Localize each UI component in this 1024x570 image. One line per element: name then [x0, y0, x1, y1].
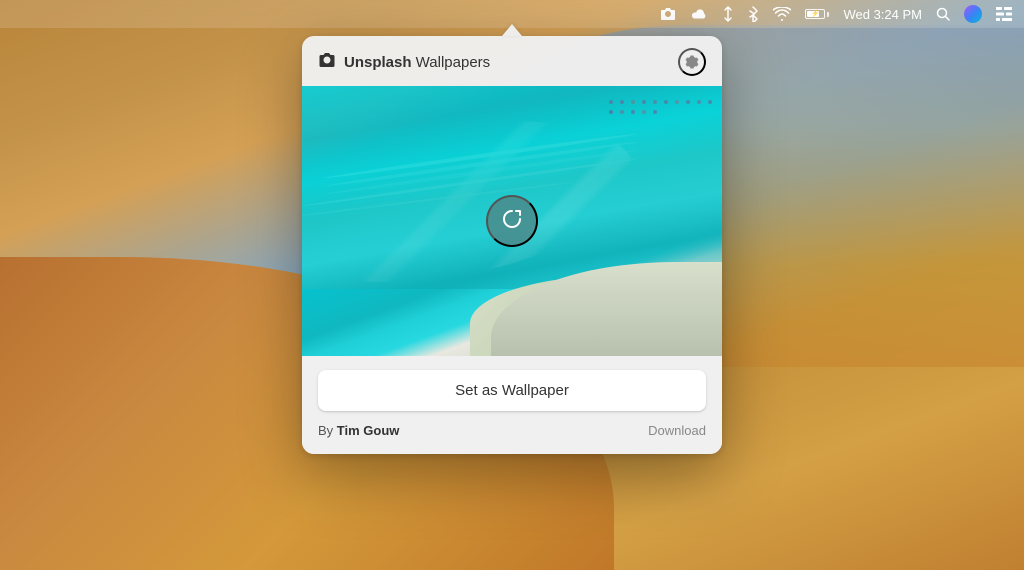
photo-credit: By Tim Gouw [318, 423, 399, 438]
settings-button[interactable] [678, 48, 706, 76]
popup-title-bold: Unsplash [344, 54, 412, 71]
download-button[interactable]: Download [648, 423, 706, 438]
popup-bottom: Set as Wallpaper By Tim Gouw Download [302, 356, 722, 454]
cloud-menu-icon [690, 8, 708, 21]
credit-by: By [318, 423, 337, 438]
popup-footer: By Tim Gouw Download [318, 423, 706, 438]
reload-button[interactable] [486, 195, 538, 247]
menu-bar-status-icons: ⚡ Wed 3:24 PM [660, 5, 1012, 23]
unsplash-popup: Unsplash Wallpapers [302, 36, 722, 454]
bluetooth-menu-icon [748, 6, 759, 22]
set-wallpaper-button[interactable]: Set as Wallpaper [318, 370, 706, 411]
fork-menu-icon [722, 6, 734, 22]
control-center-menu-icon[interactable] [996, 7, 1012, 21]
camera-icon [318, 52, 336, 73]
siri-menu-icon[interactable] [964, 5, 982, 23]
reload-icon [501, 208, 523, 234]
wallpaper-preview [302, 86, 722, 356]
popup-title-group: Unsplash Wallpapers [318, 52, 490, 73]
popup-title-rest: Wallpapers [412, 54, 491, 71]
popup-header: Unsplash Wallpapers [302, 36, 722, 86]
menu-bar-time: Wed 3:24 PM [843, 7, 922, 22]
popup-title: Unsplash Wallpapers [344, 54, 490, 71]
photographer-name: Tim Gouw [337, 423, 400, 438]
wifi-menu-icon [773, 7, 791, 21]
popup-arrow [502, 24, 522, 36]
camera-menu-icon [660, 7, 676, 21]
search-menu-icon[interactable] [936, 7, 950, 21]
battery-menu-icon: ⚡ [805, 9, 829, 19]
